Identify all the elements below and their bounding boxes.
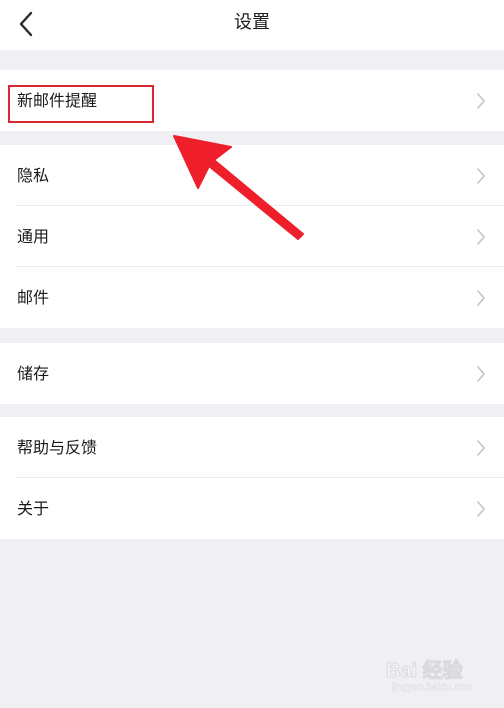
settings-item-label: 邮件 bbox=[17, 288, 50, 307]
settings-group-general: 隐私 通用 邮件 bbox=[0, 145, 504, 328]
settings-group-storage: 储存 bbox=[0, 343, 504, 404]
chevron-right-icon bbox=[477, 440, 485, 456]
chevron-right-icon bbox=[477, 501, 485, 517]
back-button[interactable] bbox=[10, 8, 44, 42]
settings-item-mail[interactable]: 邮件 bbox=[0, 267, 504, 328]
chevron-right-icon bbox=[477, 168, 485, 184]
settings-item-general[interactable]: 通用 bbox=[0, 206, 504, 267]
settings-group-support: 帮助与反馈 关于 bbox=[0, 417, 504, 539]
annotation-highlight-box bbox=[8, 85, 154, 123]
chevron-left-icon bbox=[19, 11, 33, 37]
chevron-right-icon bbox=[477, 290, 485, 306]
settings-item-label: 通用 bbox=[17, 227, 50, 246]
settings-item-label: 关于 bbox=[17, 499, 50, 518]
settings-screen: 设置 新邮件提醒 隐私 通用 邮件 储存 帮助与反馈 关于 Bai 经验 jin… bbox=[0, 0, 504, 708]
watermark-url: jingyan.baidu.com bbox=[392, 682, 473, 693]
settings-item-label: 帮助与反馈 bbox=[17, 438, 98, 457]
chevron-right-icon bbox=[477, 93, 485, 109]
settings-item-label: 储存 bbox=[17, 364, 50, 383]
chevron-right-icon bbox=[477, 366, 485, 382]
settings-item-storage[interactable]: 储存 bbox=[0, 343, 504, 404]
chevron-right-icon bbox=[477, 229, 485, 245]
settings-item-privacy[interactable]: 隐私 bbox=[0, 145, 504, 206]
navigation-bar: 设置 bbox=[0, 0, 504, 50]
settings-item-label: 隐私 bbox=[17, 166, 50, 185]
settings-item-help-feedback[interactable]: 帮助与反馈 bbox=[0, 417, 504, 478]
watermark-logo: Bai 经验 jingyan.baidu.com bbox=[386, 652, 496, 702]
settings-item-about[interactable]: 关于 bbox=[0, 478, 504, 539]
watermark-brand: Bai 经验 bbox=[386, 660, 464, 683]
page-title: 设置 bbox=[234, 12, 270, 33]
